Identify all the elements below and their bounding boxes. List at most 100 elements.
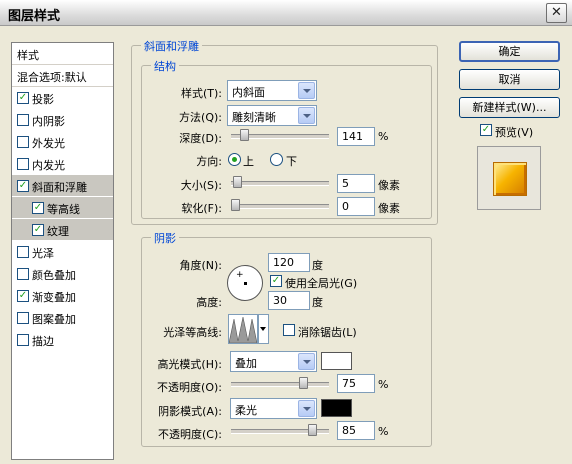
style-item-label: 描边 xyxy=(32,335,54,348)
style-item-label: 外发光 xyxy=(32,137,65,150)
style-item-checkbox[interactable] xyxy=(17,114,29,126)
style-item[interactable]: ✓ 斜面和浮雕 xyxy=(12,175,113,196)
depth-value: 141 xyxy=(342,130,363,143)
depth-slider-thumb[interactable] xyxy=(240,129,249,141)
direction-down-radio[interactable] xyxy=(270,153,283,166)
style-item-checkbox[interactable] xyxy=(17,268,29,280)
close-button[interactable]: ✕ xyxy=(546,3,567,23)
shadow-color-swatch[interactable] xyxy=(321,399,352,417)
antialias-checkbox[interactable] xyxy=(283,324,295,336)
global-light-checkbox[interactable]: ✓ xyxy=(270,275,282,287)
style-item[interactable]: 图案叠加 xyxy=(12,307,113,328)
shadow-opacity-thumb[interactable] xyxy=(308,424,317,436)
shadow-opacity-label: 不透明度(C): xyxy=(158,428,222,441)
shadow-mode-select[interactable]: 柔光 xyxy=(230,398,317,419)
style-item-checkbox[interactable]: ✓ xyxy=(32,224,44,236)
style-item[interactable]: 外发光 xyxy=(12,131,113,152)
highlight-opacity-label: 不透明度(O): xyxy=(157,381,222,394)
style-item[interactable]: 内阴影 xyxy=(12,109,113,130)
style-item-checkbox[interactable]: ✓ xyxy=(17,92,29,104)
altitude-unit: 度 xyxy=(312,296,323,309)
highlight-mode-select[interactable]: 叠加 xyxy=(230,351,317,372)
angle-label: 角度(N): xyxy=(179,259,222,272)
direction-down-label: 下 xyxy=(286,155,297,168)
chevron-down-icon xyxy=(260,327,266,331)
style-item[interactable]: 颜色叠加 xyxy=(12,263,113,284)
style-item-label: 内阴影 xyxy=(32,115,65,128)
style-item-label: 图案叠加 xyxy=(32,313,76,326)
style-item-label: 渐变叠加 xyxy=(32,291,76,304)
style-item-label: 光泽 xyxy=(32,247,54,260)
gloss-contour-dropdown[interactable] xyxy=(258,314,269,344)
highlight-opacity-slider[interactable] xyxy=(231,382,329,387)
highlight-mode-value: 叠加 xyxy=(235,357,257,370)
angle-input[interactable]: 120 xyxy=(268,253,310,272)
style-item-checkbox[interactable]: ✓ xyxy=(17,180,29,192)
cancel-button[interactable]: 取消 xyxy=(459,69,560,90)
style-item-checkbox[interactable]: ✓ xyxy=(32,202,44,214)
style-item[interactable]: 内发光 xyxy=(12,153,113,174)
style-item-checkbox[interactable] xyxy=(17,334,29,346)
soften-slider[interactable] xyxy=(231,204,329,209)
shadow-opacity-unit: % xyxy=(378,425,389,438)
angle-unit: 度 xyxy=(312,259,323,272)
highlight-mode-label: 高光模式(H): xyxy=(157,358,222,371)
gloss-contour-picker[interactable] xyxy=(228,314,258,344)
ok-button[interactable]: 确定 xyxy=(459,41,560,62)
highlight-color-swatch[interactable] xyxy=(321,352,352,370)
style-label: 样式(T): xyxy=(180,87,222,100)
bevel-group-title: 斜面和浮雕 xyxy=(141,38,202,54)
style-item-label: 内发光 xyxy=(32,159,65,172)
style-item-checkbox[interactable] xyxy=(17,136,29,148)
style-item[interactable]: 描边 xyxy=(12,329,113,350)
dialog-body: 样式 混合选项:默认 ✓ 投影 内阴影 外发光 内发光 ✓ 斜面和浮雕 ✓ 等高线 ✓ 纹理 光泽 颜色… xyxy=(0,26,572,464)
depth-input[interactable]: 141 xyxy=(337,127,375,146)
style-item-checkbox[interactable]: ✓ xyxy=(17,290,29,302)
direction-up-label: 上 xyxy=(243,155,254,168)
soften-input[interactable]: 0 xyxy=(337,197,375,216)
soften-unit: 像素 xyxy=(378,202,400,215)
structure-title: 结构 xyxy=(151,58,179,74)
technique-select[interactable]: 雕刻清晰 xyxy=(227,105,317,126)
size-label: 大小(S): xyxy=(180,179,222,192)
style-item-checkbox[interactable] xyxy=(17,158,29,170)
antialias-label: 消除锯齿(L) xyxy=(298,326,357,339)
style-list-header-label: 样式 xyxy=(17,49,39,62)
style-item-checkbox[interactable] xyxy=(17,312,29,324)
size-slider-thumb[interactable] xyxy=(233,176,242,188)
blend-options-item[interactable]: 混合选项:默认 xyxy=(12,65,113,87)
highlight-opacity-value: 75 xyxy=(342,377,356,390)
preview-checkbox[interactable]: ✓ xyxy=(480,124,492,136)
close-icon: ✕ xyxy=(551,5,562,20)
style-item-label: 颜色叠加 xyxy=(32,269,76,282)
size-value: 5 xyxy=(342,177,349,190)
style-item-checkbox[interactable] xyxy=(17,246,29,258)
altitude-input[interactable]: 30 xyxy=(268,291,310,310)
size-input[interactable]: 5 xyxy=(337,174,375,193)
style-item[interactable]: ✓ 等高线 xyxy=(12,197,113,218)
blend-options-label: 混合选项:默认 xyxy=(17,71,87,84)
style-item[interactable]: 光泽 xyxy=(12,241,113,262)
contour-curve-icon xyxy=(229,316,257,343)
soften-slider-thumb[interactable] xyxy=(231,199,240,211)
crosshair-icon: + xyxy=(236,270,244,280)
size-slider[interactable] xyxy=(231,181,329,186)
direction-up-radio[interactable] xyxy=(228,153,241,166)
bevel-style-select[interactable]: 内斜面 xyxy=(227,80,317,101)
depth-unit: % xyxy=(378,130,389,143)
shadow-opacity-input[interactable]: 85 xyxy=(337,421,375,440)
gloss-contour-label: 光泽等高线: xyxy=(163,326,222,339)
style-list-header[interactable]: 样式 xyxy=(12,43,113,65)
highlight-opacity-thumb[interactable] xyxy=(299,377,308,389)
style-list: 样式 混合选项:默认 ✓ 投影内阴影外发光内发光 ✓ 斜面和浮雕 ✓ 等高线 ✓ 纹理光泽颜色… xyxy=(11,42,114,460)
angle-dial[interactable]: + xyxy=(227,265,263,301)
style-item[interactable]: ✓ 投影 xyxy=(12,87,113,108)
shadow-opacity-value: 85 xyxy=(342,424,356,437)
altitude-value: 30 xyxy=(273,294,287,307)
title-bar: 图层样式 ✕ xyxy=(0,0,572,26)
style-item[interactable]: ✓ 渐变叠加 xyxy=(12,285,113,306)
highlight-opacity-input[interactable]: 75 xyxy=(337,374,375,393)
style-item[interactable]: ✓ 纹理 xyxy=(12,219,113,240)
new-style-button[interactable]: 新建样式(W)... xyxy=(459,97,560,118)
preview-label: 预览(V) xyxy=(495,126,534,139)
